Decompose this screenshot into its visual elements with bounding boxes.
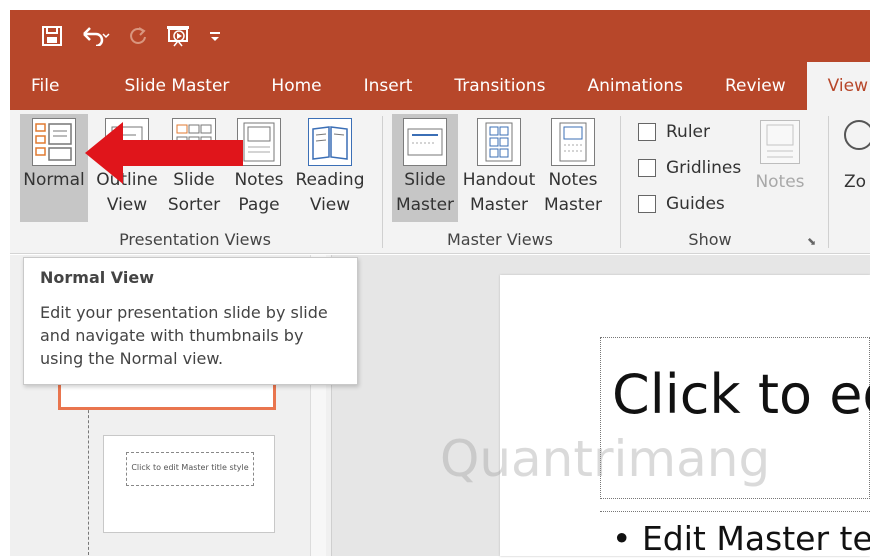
group-separator bbox=[828, 116, 829, 248]
reading-view-label-1: Reading bbox=[295, 170, 365, 190]
notes-label: Notes bbox=[755, 172, 805, 192]
notes-master-label-1: Notes bbox=[548, 170, 598, 190]
ruler-label: Ruler bbox=[666, 122, 710, 142]
group-separator bbox=[382, 116, 383, 248]
show-group-label: Show bbox=[688, 230, 732, 249]
red-arrow-annotation bbox=[85, 122, 243, 184]
redo-icon bbox=[128, 26, 148, 46]
notes-button: Notes bbox=[752, 120, 808, 192]
notes-master-label-2: Master bbox=[543, 195, 603, 215]
tab-slide-master[interactable]: Slide Master bbox=[80, 62, 250, 110]
outline-view-label-2: View bbox=[106, 195, 148, 215]
slide-master-label-1: Slide bbox=[404, 170, 446, 190]
handout-master-icon bbox=[477, 118, 521, 166]
ribbon-tabs: File Slide Master Home Insert Transition… bbox=[10, 62, 870, 110]
slide-master-label-2: Master bbox=[395, 195, 455, 215]
normal-view-icon bbox=[32, 118, 76, 166]
slide-canvas[interactable]: Click to ed • Edit Master te bbox=[500, 275, 870, 558]
guides-checkbox[interactable]: Guides bbox=[638, 194, 725, 214]
master-views-group-label: Master Views bbox=[446, 230, 554, 249]
slide-thumbnail[interactable]: Click to edit Master title style bbox=[103, 435, 275, 533]
undo-icon[interactable] bbox=[80, 26, 110, 46]
guides-checkbox-box[interactable] bbox=[638, 195, 656, 213]
customize-qat-icon[interactable] bbox=[208, 29, 222, 43]
tooltip-description: Edit your presentation slide by slide an… bbox=[40, 303, 328, 368]
zoom-label: Zo bbox=[844, 172, 867, 192]
tooltip-title: Normal View bbox=[40, 268, 155, 287]
notes-icon bbox=[760, 120, 800, 164]
reading-view-icon bbox=[308, 118, 352, 166]
presentation-views-group-label: Presentation Views bbox=[119, 230, 271, 249]
slide-master-icon bbox=[403, 118, 447, 166]
tab-review[interactable]: Review bbox=[704, 62, 807, 110]
layout-connector bbox=[88, 405, 89, 555]
normal-view-tooltip: Normal View Edit your presentation slide… bbox=[23, 257, 358, 385]
handout-master-button[interactable]: Handout Master bbox=[462, 118, 536, 218]
zoom-button[interactable]: Zo bbox=[844, 120, 870, 192]
notes-page-label-2: Page bbox=[238, 195, 280, 215]
tab-insert[interactable]: Insert bbox=[343, 62, 434, 110]
normal-view-label: Normal bbox=[23, 170, 85, 190]
gridlines-label: Gridlines bbox=[666, 158, 742, 178]
gridlines-checkbox-box[interactable] bbox=[638, 159, 656, 177]
ruler-checkbox[interactable]: Ruler bbox=[638, 122, 710, 142]
gridlines-checkbox[interactable]: Gridlines bbox=[638, 158, 741, 178]
tab-transitions[interactable]: Transitions bbox=[433, 62, 566, 110]
title-bar bbox=[10, 10, 870, 62]
reading-view-label-2: View bbox=[309, 195, 351, 215]
guides-label: Guides bbox=[666, 194, 725, 214]
tab-home[interactable]: Home bbox=[250, 62, 342, 110]
handout-master-label-1: Handout bbox=[462, 170, 536, 190]
title-placeholder-text: Click to ed bbox=[612, 363, 870, 426]
present-from-beginning-icon[interactable] bbox=[166, 25, 190, 47]
dialog-launcher-icon[interactable]: ⬊ bbox=[807, 235, 816, 248]
slide-sorter-label-2: Sorter bbox=[167, 195, 221, 215]
ruler-checkbox-box[interactable] bbox=[638, 123, 656, 141]
notes-master-icon bbox=[551, 118, 595, 166]
watermark: Quantrimang bbox=[440, 430, 771, 488]
slide-master-button[interactable]: Slide Master bbox=[392, 114, 458, 222]
handout-master-label-2: Master bbox=[469, 195, 529, 215]
reading-view-button[interactable]: Reading View bbox=[294, 118, 366, 218]
tab-file[interactable]: File bbox=[10, 62, 80, 110]
thumbnail-title-placeholder: Click to edit Master title style bbox=[126, 452, 254, 486]
zoom-icon bbox=[844, 120, 870, 150]
save-icon[interactable] bbox=[42, 26, 62, 46]
body-placeholder-text: • Edit Master te bbox=[612, 519, 870, 558]
normal-view-button[interactable]: Normal bbox=[20, 114, 88, 222]
group-separator bbox=[620, 116, 621, 248]
tab-view[interactable]: View bbox=[806, 62, 870, 110]
tab-animations[interactable]: Animations bbox=[566, 62, 704, 110]
notes-master-button[interactable]: Notes Master bbox=[540, 118, 606, 218]
